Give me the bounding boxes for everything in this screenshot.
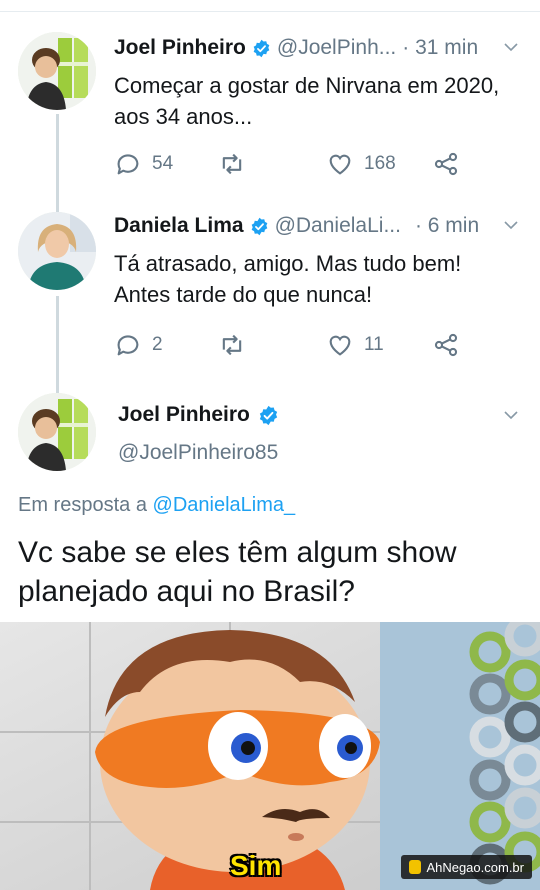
share-icon: [434, 333, 458, 357]
main-author-name-text: Joel Pinheiro: [118, 403, 250, 426]
like-button[interactable]: 11: [326, 331, 384, 359]
verified-icon: [253, 39, 270, 57]
chevron-down-icon[interactable]: [502, 216, 520, 234]
watermark: AhNegao.com.br: [401, 855, 532, 879]
retweet-icon: [222, 153, 242, 175]
tweet-actions: 54 168: [114, 150, 474, 180]
top-divider: [0, 0, 540, 12]
verified-icon: [259, 405, 278, 425]
watermark-logo-icon: [409, 860, 422, 874]
tweet-text-line: Antes tarde do que nunca!: [114, 282, 373, 307]
tweet-text-line: Tá atrasado, amigo. Mas tudo bem!: [114, 251, 462, 276]
like-button[interactable]: 168: [326, 150, 396, 178]
heart-icon: [329, 335, 351, 356]
reply-count: 54: [152, 153, 174, 174]
main-tweet-text-line: planejado aqui no Brasil?: [18, 575, 355, 608]
avatar-joel-main[interactable]: [18, 393, 96, 471]
timestamp[interactable]: · 31 min: [402, 36, 478, 60]
reply-icon: [117, 335, 139, 356]
author-name[interactable]: Daniela Lima: [114, 214, 244, 238]
avatar-daniela[interactable]: [18, 212, 96, 290]
chevron-down-icon[interactable]: [502, 406, 520, 424]
author-handle[interactable]: @JoelPinh...: [277, 36, 396, 60]
reply-icon: [117, 154, 139, 175]
share-icon: [434, 152, 458, 176]
tweet-text-line: Começar a gostar de Nirvana em 2020,: [114, 73, 500, 98]
author-handle[interactable]: @DanielaLi...: [275, 214, 401, 238]
like-count: 168: [364, 153, 396, 174]
chevron-down-icon[interactable]: [502, 38, 520, 56]
avatar-joel[interactable]: [18, 32, 96, 110]
reply-context: Em resposta a @DanielaLima_: [18, 494, 295, 517]
retweet-button[interactable]: [218, 331, 246, 359]
watermark-text: AhNegao.com.br: [426, 859, 524, 875]
tweet-text: Começar a gostar de Nirvana em 2020, aos…: [114, 70, 499, 132]
author-name[interactable]: Joel Pinheiro: [114, 36, 246, 60]
retweet-button[interactable]: [218, 150, 246, 178]
thread-line: [56, 296, 59, 398]
verified-icon: [251, 217, 267, 235]
reply-count: 2: [152, 334, 163, 355]
reply-button[interactable]: 54: [114, 150, 173, 178]
retweet-icon: [222, 334, 242, 356]
main-author-name[interactable]: Joel Pinheiro: [118, 403, 285, 427]
reply-to-link[interactable]: @DanielaLima_: [153, 494, 296, 516]
like-count: 11: [364, 334, 384, 355]
tweet-text: Tá atrasado, amigo. Mas tudo bem! Antes …: [114, 248, 461, 310]
reply-prefix: Em resposta a: [18, 494, 147, 516]
thread-line: [56, 114, 59, 214]
main-tweet-text: Vc sabe se eles têm algum show planejado…: [18, 533, 528, 611]
timestamp[interactable]: · 6 min: [415, 214, 479, 238]
heart-icon: [329, 154, 351, 175]
tweet-1[interactable]: Joel Pinheiro @JoelPinh... · 31 min Come…: [0, 30, 540, 214]
share-button[interactable]: [432, 150, 460, 178]
reply-button[interactable]: 2: [114, 331, 163, 359]
share-button[interactable]: [432, 331, 460, 359]
tweet-header: Joel Pinheiro @JoelPinh... · 31 min: [114, 30, 520, 66]
tweet-2[interactable]: Daniela Lima @DanielaLi... · 6 min Tá at…: [0, 208, 540, 398]
tweet-header: Daniela Lima @DanielaLi... · 6 min: [114, 208, 520, 244]
tweet-actions: 2 11: [114, 331, 474, 361]
main-tweet-text-line: Vc sabe se eles têm algum show: [18, 536, 457, 569]
meme-caption: Sim: [230, 850, 282, 881]
tweet-text-line: aos 34 anos...: [114, 104, 253, 129]
main-author-handle[interactable]: @JoelPinheiro85: [118, 441, 278, 465]
